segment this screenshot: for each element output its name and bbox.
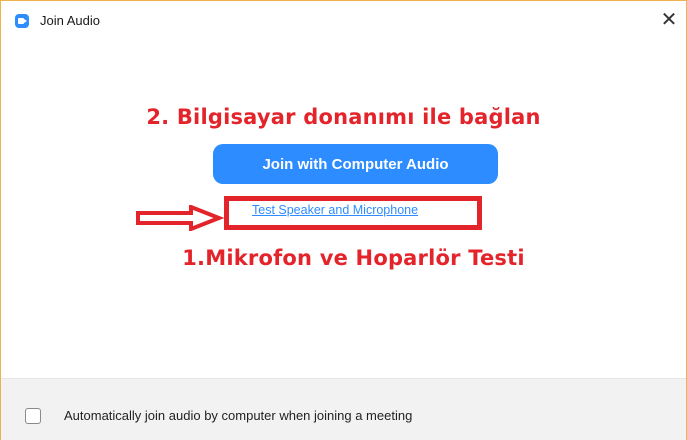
- title-bar: Join Audio ✕: [1, 1, 686, 41]
- dialog-footer: Automatically join audio by computer whe…: [1, 378, 686, 440]
- zoom-app-icon: [15, 14, 29, 28]
- auto-join-audio-label[interactable]: Automatically join audio by computer whe…: [64, 408, 412, 423]
- test-speaker-microphone-link[interactable]: Test Speaker and Microphone: [252, 203, 418, 217]
- join-with-computer-audio-button[interactable]: Join with Computer Audio: [213, 144, 498, 184]
- close-icon[interactable]: ✕: [658, 9, 680, 31]
- auto-join-audio-checkbox[interactable]: [25, 408, 41, 424]
- join-audio-dialog: Join Audio ✕ 2. Bilgisayar donanımı ile …: [0, 0, 687, 440]
- dialog-content: 2. Bilgisayar donanımı ile bağlan Join w…: [1, 41, 686, 378]
- annotation-step-2: 2. Bilgisayar donanımı ile bağlan: [146, 105, 541, 129]
- window-title: Join Audio: [40, 13, 100, 28]
- red-arrow-annotation-icon: [136, 205, 225, 231]
- annotation-step-1: 1.Mikrofon ve Hoparlör Testi: [182, 246, 525, 270]
